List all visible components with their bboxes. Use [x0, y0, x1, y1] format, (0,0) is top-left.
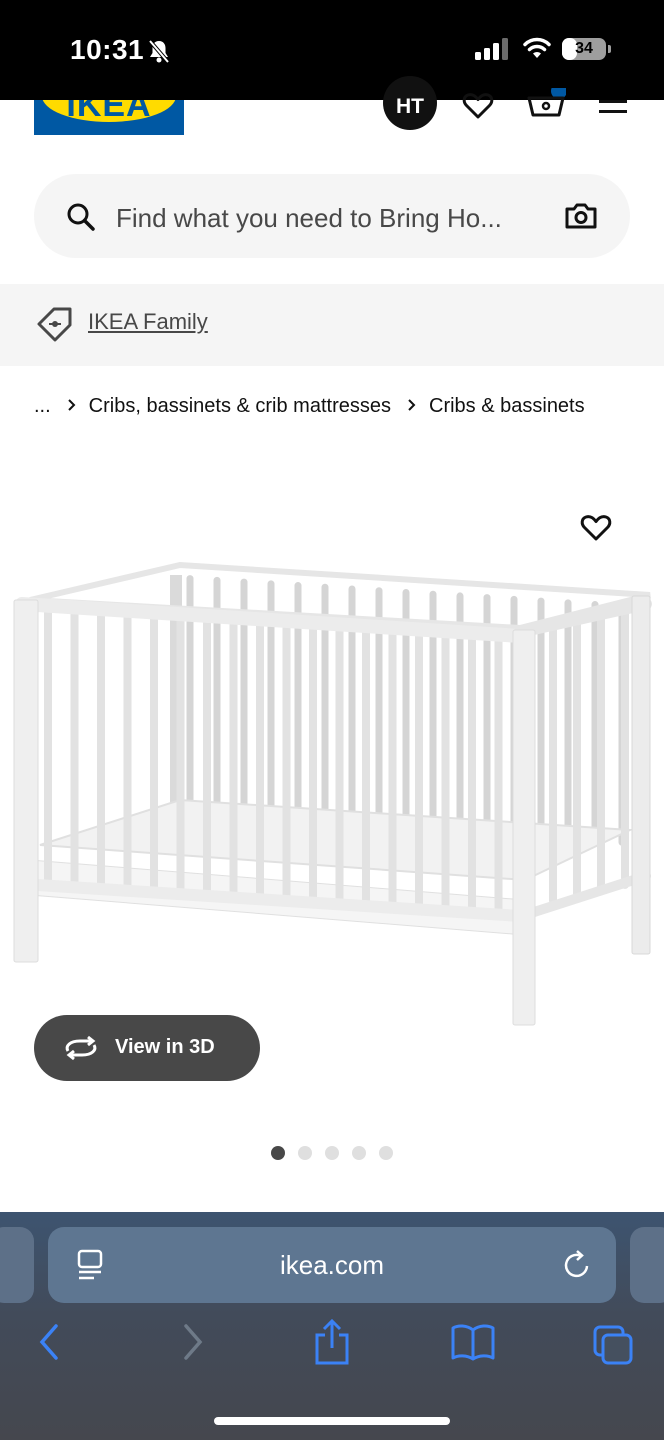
camera-icon[interactable] [564, 202, 598, 235]
view-in-3d-button[interactable]: View in 3D [34, 1015, 260, 1081]
ikea-family-link[interactable]: IKEA Family [88, 309, 208, 335]
signal-icon [474, 38, 510, 65]
heart-icon[interactable] [462, 92, 494, 125]
reload-icon[interactable] [562, 1249, 592, 1286]
forward-icon[interactable] [180, 1322, 206, 1367]
menu-icon[interactable] [598, 98, 628, 123]
breadcrumb-ellipsis[interactable]: ... [34, 395, 51, 418]
ikea-logo[interactable]: IKEA [34, 100, 184, 135]
status-bar: 10:31 34 [0, 0, 664, 100]
gallery-dot[interactable] [271, 1146, 285, 1160]
tag-icon [36, 306, 74, 349]
breadcrumb: ... Cribs, bassinets & crib mattresses C… [34, 393, 585, 419]
browser-toolbar: ikea.com [0, 1212, 664, 1440]
heart-icon[interactable] [580, 513, 612, 548]
status-time: 10:31 [70, 34, 145, 65]
previous-tab[interactable] [0, 1227, 34, 1303]
gallery-pagination [271, 1146, 393, 1160]
gallery-dot[interactable] [352, 1146, 366, 1160]
search-bar[interactable]: Find what you need to Bring Ho... [34, 174, 630, 258]
breadcrumb-item[interactable]: Cribs, bassinets & crib mattresses [89, 395, 391, 418]
chevron-right-icon [67, 395, 77, 418]
basket-icon[interactable] [526, 83, 567, 125]
back-icon[interactable] [36, 1322, 62, 1367]
next-tab[interactable] [630, 1227, 664, 1303]
battery-percentage: 34 [575, 40, 593, 57]
home-indicator[interactable] [214, 1417, 450, 1425]
site-header: IKEA HT [0, 76, 664, 170]
logo-text: IKEA [66, 100, 152, 124]
battery-tip [608, 45, 611, 53]
wifi-icon [522, 36, 552, 65]
gallery-dot[interactable] [379, 1146, 393, 1160]
breadcrumb-item[interactable]: Cribs & bassinets [429, 395, 585, 418]
gallery-dot[interactable] [325, 1146, 339, 1160]
rotate-icon [62, 1035, 100, 1066]
white-crib-image [13, 561, 652, 1026]
ikea-family-bar: IKEA Family [0, 284, 664, 366]
bookmarks-icon[interactable] [450, 1322, 496, 1367]
chevron-right-icon [407, 395, 417, 418]
address-bar[interactable]: ikea.com [48, 1227, 616, 1303]
gallery-dot[interactable] [298, 1146, 312, 1160]
tabs-icon[interactable] [592, 1324, 634, 1371]
view-in-3d-label: View in 3D [115, 1036, 215, 1058]
search-icon [66, 202, 96, 237]
battery-icon: 34 [562, 38, 606, 60]
url-text[interactable]: ikea.com [48, 1250, 616, 1281]
bell-slash-icon [146, 38, 172, 69]
avatar[interactable]: HT [383, 76, 437, 130]
search-input[interactable]: Find what you need to Bring Ho... [116, 203, 502, 234]
share-icon[interactable] [312, 1318, 352, 1371]
